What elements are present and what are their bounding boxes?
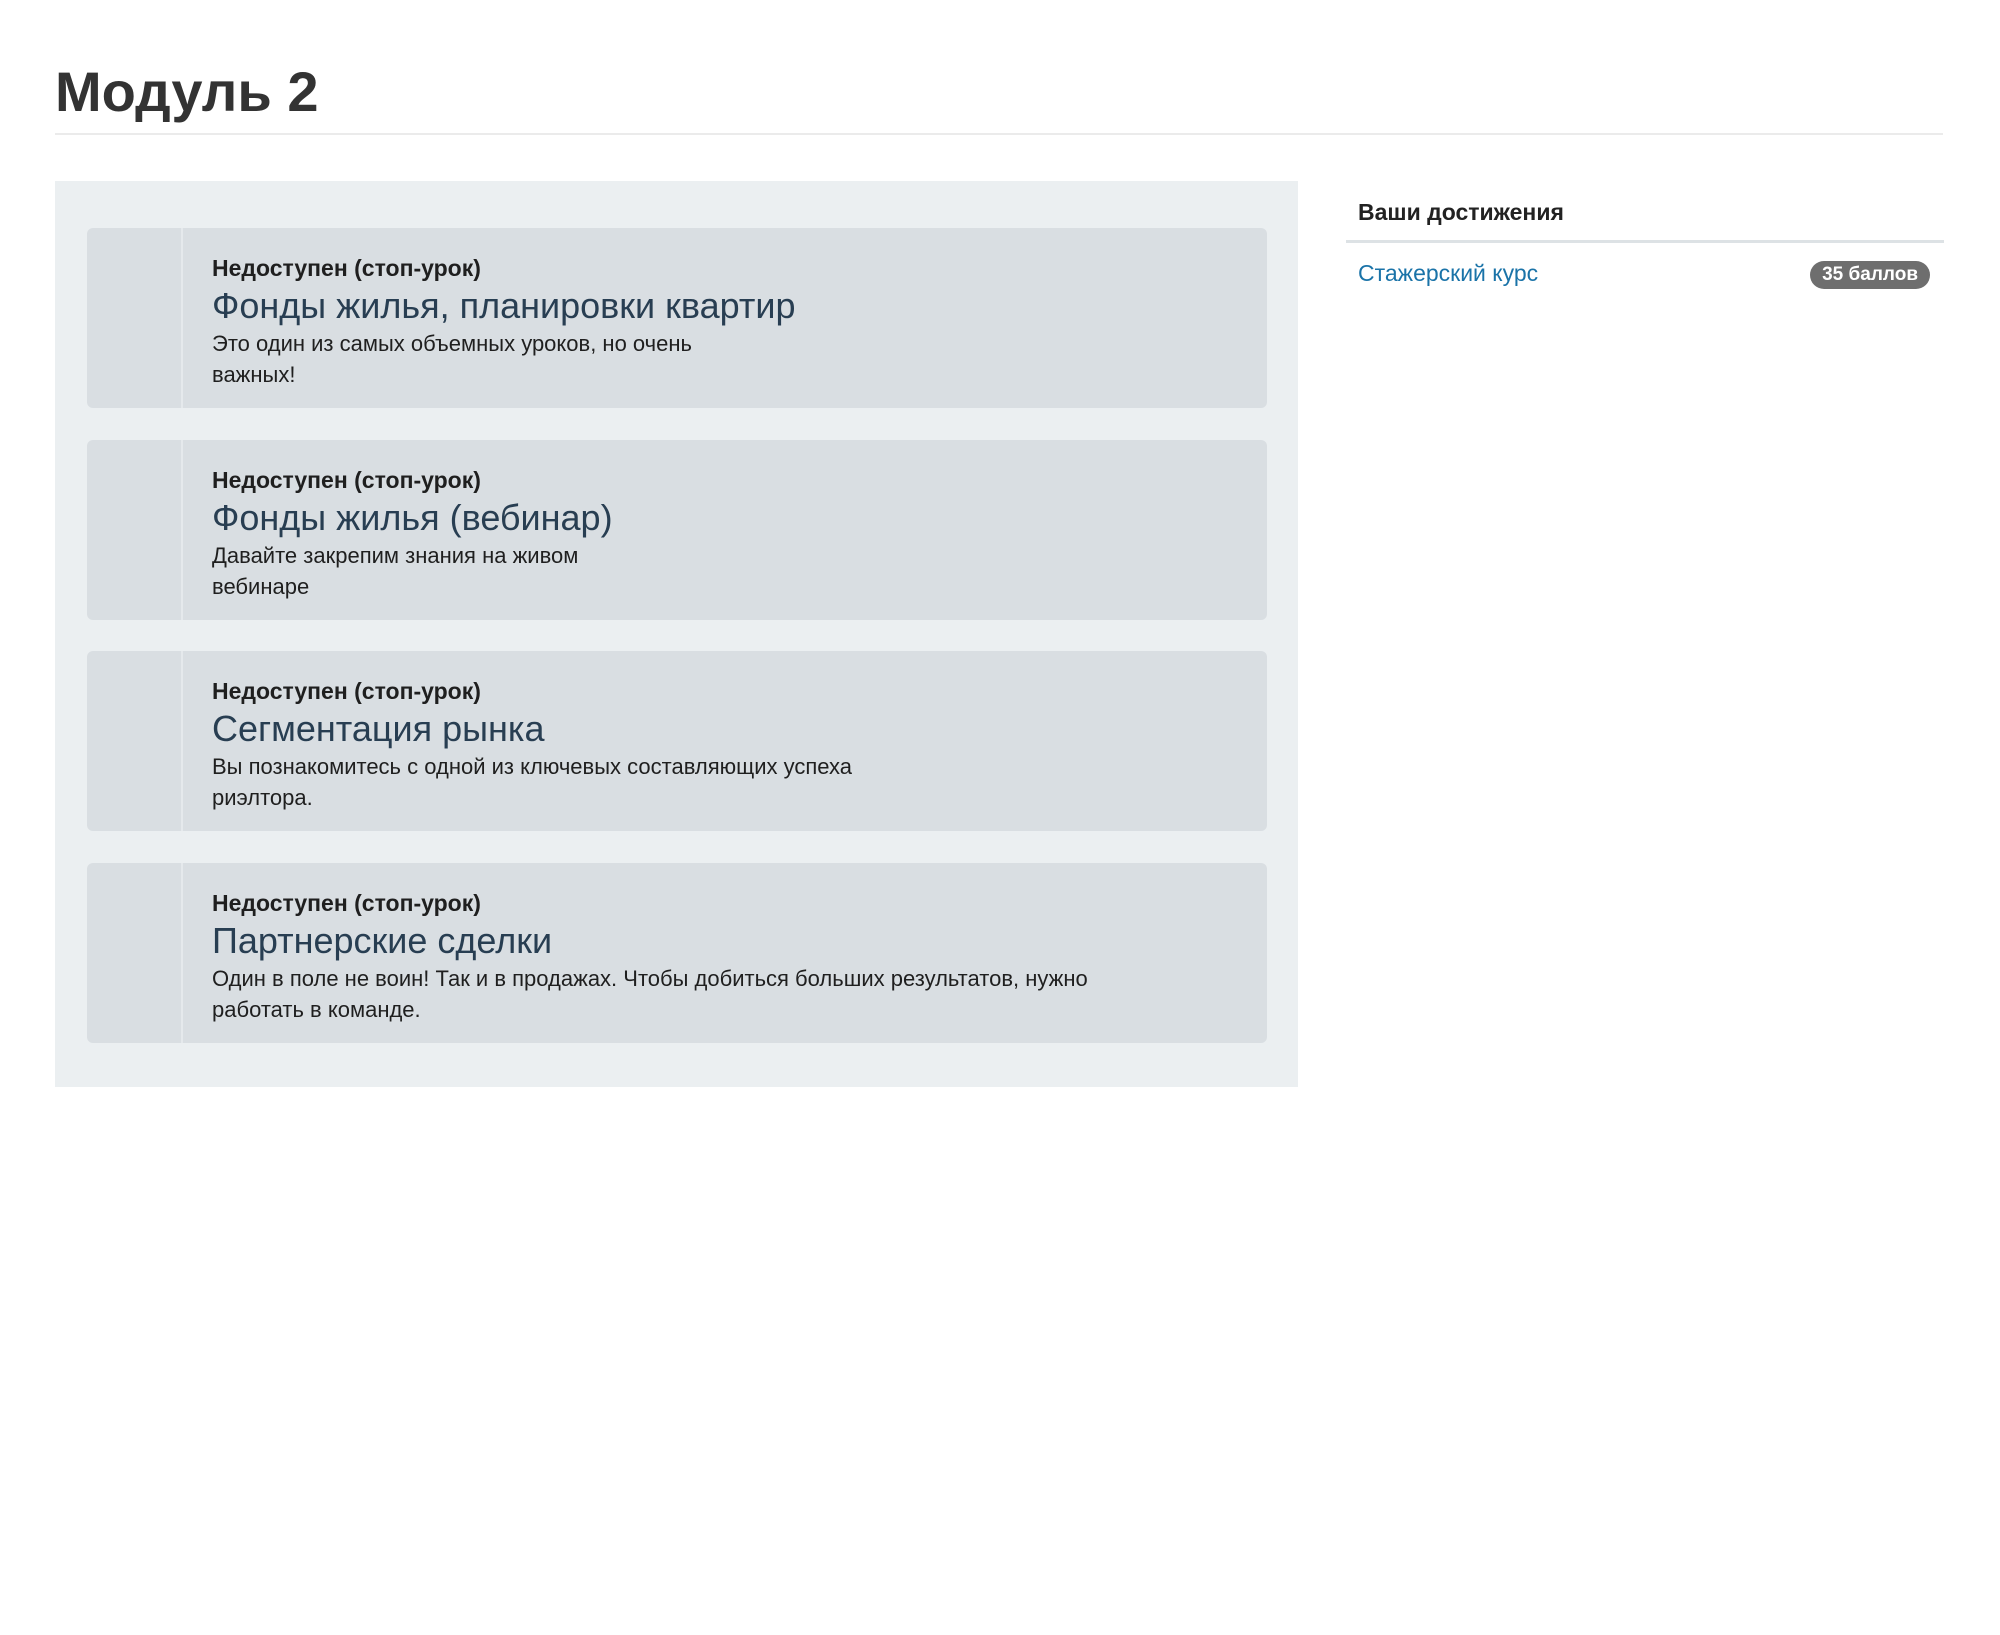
lesson-description: Это один из самых объемных уроков, но оч… xyxy=(212,328,1227,390)
lesson-body: Недоступен (стоп-урок) Фонды жилья, план… xyxy=(212,252,1227,390)
achievement-item: Стажерский курс 35 баллов xyxy=(1346,257,1944,309)
lesson-card[interactable]: Недоступен (стоп-урок) Сегментация рынка… xyxy=(87,651,1267,831)
title-divider xyxy=(55,133,1943,135)
lesson-body: Недоступен (стоп-урок) Сегментация рынка… xyxy=(212,675,1227,813)
lesson-card[interactable]: Недоступен (стоп-урок) Фонды жилья (веби… xyxy=(87,440,1267,620)
lessons-panel: Недоступен (стоп-урок) Фонды жилья, план… xyxy=(55,181,1298,1087)
lesson-body: Недоступен (стоп-урок) Партнерские сделк… xyxy=(212,887,1227,1025)
lesson-status: Недоступен (стоп-урок) xyxy=(212,890,481,916)
lesson-description-line: Один в поле не воин! Так и в продажах. Ч… xyxy=(212,966,1088,991)
lesson-card[interactable]: Недоступен (стоп-урок) Партнерские сделк… xyxy=(87,863,1267,1043)
lesson-status: Недоступен (стоп-урок) xyxy=(212,678,481,704)
lesson-description: Один в поле не воин! Так и в продажах. Ч… xyxy=(212,963,1227,1025)
lesson-description: Вы познакомитесь с одной из ключевых сос… xyxy=(212,751,1227,813)
achievement-link[interactable]: Стажерский курс xyxy=(1358,257,1538,289)
lesson-thumbnail-area xyxy=(87,651,183,831)
lesson-body: Недоступен (стоп-урок) Фонды жилья (веби… xyxy=(212,464,1227,602)
lesson-thumbnail-area xyxy=(87,863,183,1043)
lesson-thumbnail-area xyxy=(87,228,183,408)
lesson-thumbnail-area xyxy=(87,440,183,620)
lesson-description-line: работать в команде. xyxy=(212,997,421,1022)
lesson-description-line: Это один из самых объемных уроков, но оч… xyxy=(212,331,692,356)
lesson-title[interactable]: Сегментация рынка xyxy=(212,709,1227,749)
lesson-description: Давайте закрепим знания на живом вебинар… xyxy=(212,540,1227,602)
achievements-divider xyxy=(1346,240,1944,243)
lesson-status: Недоступен (стоп-урок) xyxy=(212,467,481,493)
lesson-description-line: важных! xyxy=(212,362,296,387)
points-badge: 35 баллов xyxy=(1810,261,1930,289)
lesson-title[interactable]: Фонды жилья, планировки квартир xyxy=(212,286,1227,326)
lesson-description-line: риэлтора. xyxy=(212,785,313,810)
lesson-description-line: Давайте закрепим знания на живом xyxy=(212,543,579,568)
achievements-heading: Ваши достижения xyxy=(1358,199,1564,225)
lesson-card[interactable]: Недоступен (стоп-урок) Фонды жилья, план… xyxy=(87,228,1267,408)
achievements-sidebar: Ваши достижения Стажерский курс 35 балло… xyxy=(1346,190,1944,309)
lesson-description-line: вебинаре xyxy=(212,574,310,599)
page-title: Модуль 2 xyxy=(55,60,319,123)
lesson-status: Недоступен (стоп-урок) xyxy=(212,255,481,281)
lesson-title[interactable]: Партнерские сделки xyxy=(212,921,1227,961)
lesson-title[interactable]: Фонды жилья (вебинар) xyxy=(212,498,1227,538)
lesson-description-line: Вы познакомитесь с одной из ключевых сос… xyxy=(212,754,853,779)
